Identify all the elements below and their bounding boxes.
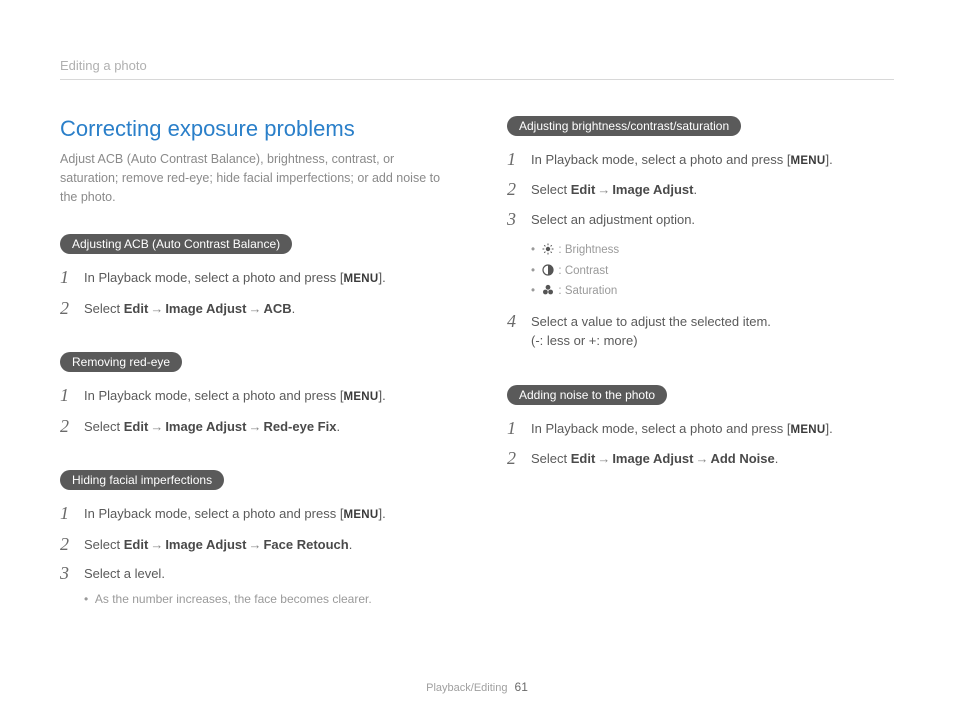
- pill-noise: Adding noise to the photo: [507, 385, 667, 405]
- step-body: In Playback mode, select a photo and pre…: [84, 504, 447, 524]
- step: 3 Select an adjustment option.: [507, 210, 894, 230]
- step-number: 1: [507, 419, 521, 439]
- step-number: 1: [60, 386, 74, 406]
- step-number: 1: [60, 268, 74, 288]
- step: 2 Select Edit→Image Adjust→Face Retouch.: [60, 535, 447, 555]
- option-brightness: • : Brightness: [507, 240, 894, 261]
- block-bcs: Adjusting brightness/contrast/saturation…: [507, 116, 894, 351]
- menu-label: MENU: [343, 509, 378, 521]
- step-number: 1: [60, 504, 74, 524]
- step: 1 In Playback mode, select a photo and p…: [60, 386, 447, 406]
- step-body: In Playback mode, select a photo and pre…: [531, 419, 894, 439]
- step: 2 Select Edit→Image Adjust→Add Noise.: [507, 449, 894, 469]
- step-body: In Playback mode, select a photo and pre…: [531, 150, 894, 170]
- contrast-icon: [541, 264, 555, 276]
- step-body: Select Edit→Image Adjust→Face Retouch.: [84, 535, 447, 555]
- step-number: 4: [507, 312, 521, 332]
- step: 1 In Playback mode, select a photo and p…: [60, 504, 447, 524]
- pill-bcs: Adjusting brightness/contrast/saturation: [507, 116, 741, 136]
- right-column: Adjusting brightness/contrast/saturation…: [507, 116, 894, 640]
- step: 2 Select Edit→Image Adjust→ACB.: [60, 299, 447, 319]
- step-number: 2: [60, 417, 74, 437]
- menu-label: MENU: [790, 155, 825, 167]
- intro-text: Adjust ACB (Auto Contrast Balance), brig…: [60, 150, 447, 206]
- block-noise: Adding noise to the photo 1 In Playback …: [507, 385, 894, 469]
- left-column: Correcting exposure problems Adjust ACB …: [60, 116, 447, 640]
- menu-label: MENU: [343, 391, 378, 403]
- step-body: Select Edit→Image Adjust→Red-eye Fix.: [84, 417, 447, 437]
- page-header: Editing a photo: [60, 58, 894, 80]
- option-contrast: • : Contrast: [507, 261, 894, 282]
- step-number: 2: [60, 535, 74, 555]
- step-number: 3: [507, 210, 521, 230]
- brightness-icon: [541, 243, 555, 255]
- step-body: In Playback mode, select a photo and pre…: [84, 268, 447, 288]
- note: • As the number increases, the face beco…: [60, 592, 447, 606]
- step-body: In Playback mode, select a photo and pre…: [84, 386, 447, 406]
- pill-redeye: Removing red-eye: [60, 352, 182, 372]
- breadcrumb: Editing a photo: [60, 58, 147, 73]
- step-number: 2: [60, 299, 74, 319]
- step: 4 Select a value to adjust the selected …: [507, 312, 894, 351]
- step-body: Select Edit→Image Adjust→ACB.: [84, 299, 447, 319]
- step-number: 2: [507, 180, 521, 200]
- step-body: Select an adjustment option.: [531, 210, 894, 230]
- page-footer: Playback/Editing 61: [0, 680, 954, 694]
- step-body: Select a level.: [84, 564, 447, 584]
- step: 2 Select Edit→Image Adjust.: [507, 180, 894, 200]
- step: 1 In Playback mode, select a photo and p…: [60, 268, 447, 288]
- saturation-icon: [541, 284, 555, 296]
- step-body: Select a value to adjust the selected it…: [531, 312, 894, 351]
- section-title: Correcting exposure problems: [60, 116, 447, 142]
- menu-label: MENU: [343, 273, 378, 285]
- pill-acb: Adjusting ACB (Auto Contrast Balance): [60, 234, 292, 254]
- block-acb: Adjusting ACB (Auto Contrast Balance) 1 …: [60, 234, 447, 318]
- menu-label: MENU: [790, 424, 825, 436]
- footer-section: Playback/Editing: [426, 682, 507, 694]
- step-number: 2: [507, 449, 521, 469]
- step: 2 Select Edit→Image Adjust→Red-eye Fix.: [60, 417, 447, 437]
- content-columns: Correcting exposure problems Adjust ACB …: [60, 116, 894, 640]
- pill-face: Hiding facial imperfections: [60, 470, 224, 490]
- step-number: 3: [60, 564, 74, 584]
- page-number: 61: [515, 680, 528, 694]
- step-number: 1: [507, 150, 521, 170]
- step-body: Select Edit→Image Adjust.: [531, 180, 894, 200]
- step-body: Select Edit→Image Adjust→Add Noise.: [531, 449, 894, 469]
- step: 1 In Playback mode, select a photo and p…: [507, 150, 894, 170]
- block-face: Hiding facial imperfections 1 In Playbac…: [60, 470, 447, 606]
- step: 1 In Playback mode, select a photo and p…: [507, 419, 894, 439]
- block-redeye: Removing red-eye 1 In Playback mode, sel…: [60, 352, 447, 436]
- step: 3 Select a level.: [60, 564, 447, 584]
- option-saturation: • : Saturation: [507, 281, 894, 302]
